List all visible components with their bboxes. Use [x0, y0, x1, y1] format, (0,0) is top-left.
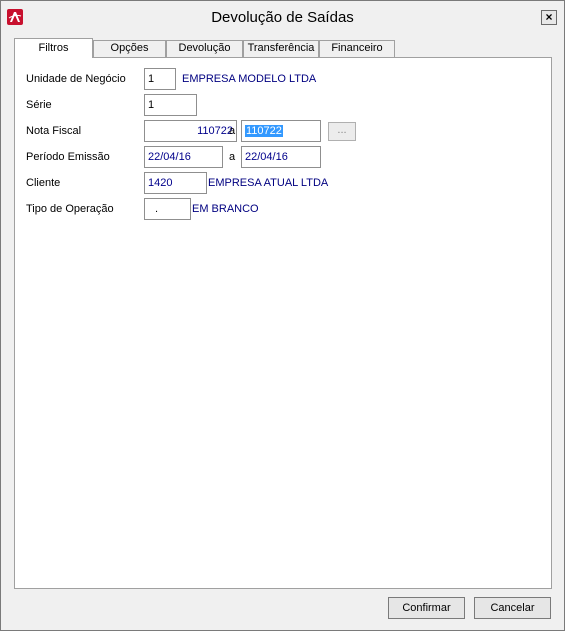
- title-bar: Devolução de Saídas ×: [1, 1, 564, 31]
- tipo-operacao-input[interactable]: .: [144, 198, 191, 220]
- nota-fiscal-browse-button[interactable]: ...: [328, 122, 356, 141]
- nota-fiscal-to-selected-text: 110722: [245, 125, 283, 137]
- unidade-input[interactable]: 1: [144, 68, 176, 90]
- nota-fiscal-label: Nota Fiscal: [26, 125, 82, 137]
- tab-opcoes[interactable]: Opções: [93, 40, 166, 57]
- tab-transferencia[interactable]: Transferência: [243, 40, 319, 57]
- confirm-button[interactable]: Confirmar: [388, 597, 465, 619]
- periodo-label: Período Emissão: [26, 151, 110, 163]
- tab-label: Devolução: [178, 42, 231, 54]
- serie-label: Série: [26, 99, 52, 111]
- cliente-input[interactable]: 1420: [144, 172, 207, 194]
- nota-fiscal-separator: a: [229, 125, 236, 137]
- filters-panel: Unidade de Negócio 1 EMPRESA MODELO LTDA…: [14, 57, 552, 589]
- tab-devolucao[interactable]: Devolução: [166, 40, 243, 57]
- nota-fiscal-from-input[interactable]: 110722: [144, 120, 237, 142]
- nota-fiscal-to-input[interactable]: 110722: [241, 120, 321, 142]
- unidade-label: Unidade de Negócio: [26, 73, 126, 85]
- tab-label: Financeiro: [331, 42, 383, 54]
- tab-financeiro[interactable]: Financeiro: [319, 40, 395, 57]
- tipo-operacao-description: EM BRANCO: [192, 203, 259, 215]
- periodo-separator: a: [229, 151, 236, 163]
- tab-filtros[interactable]: Filtros: [14, 38, 93, 58]
- close-icon: ×: [545, 10, 553, 24]
- serie-input[interactable]: 1: [144, 94, 197, 116]
- cancel-button[interactable]: Cancelar: [474, 597, 551, 619]
- window-title: Devolução de Saídas: [211, 9, 354, 26]
- dialog-window: Devolução de Saídas × Filtros Opções Dev…: [0, 0, 565, 631]
- tab-label: Transferência: [247, 42, 315, 54]
- unidade-description: EMPRESA MODELO LTDA: [182, 73, 317, 85]
- tab-label: Filtros: [38, 42, 69, 54]
- tab-label: Opções: [110, 42, 149, 54]
- close-button[interactable]: ×: [541, 10, 557, 25]
- cliente-label: Cliente: [26, 177, 61, 189]
- periodo-to-input[interactable]: 22/04/16: [241, 146, 321, 168]
- cliente-description: EMPRESA ATUAL LTDA: [208, 177, 329, 189]
- tipo-operacao-label: Tipo de Operação: [26, 203, 114, 215]
- periodo-from-input[interactable]: 22/04/16: [144, 146, 223, 168]
